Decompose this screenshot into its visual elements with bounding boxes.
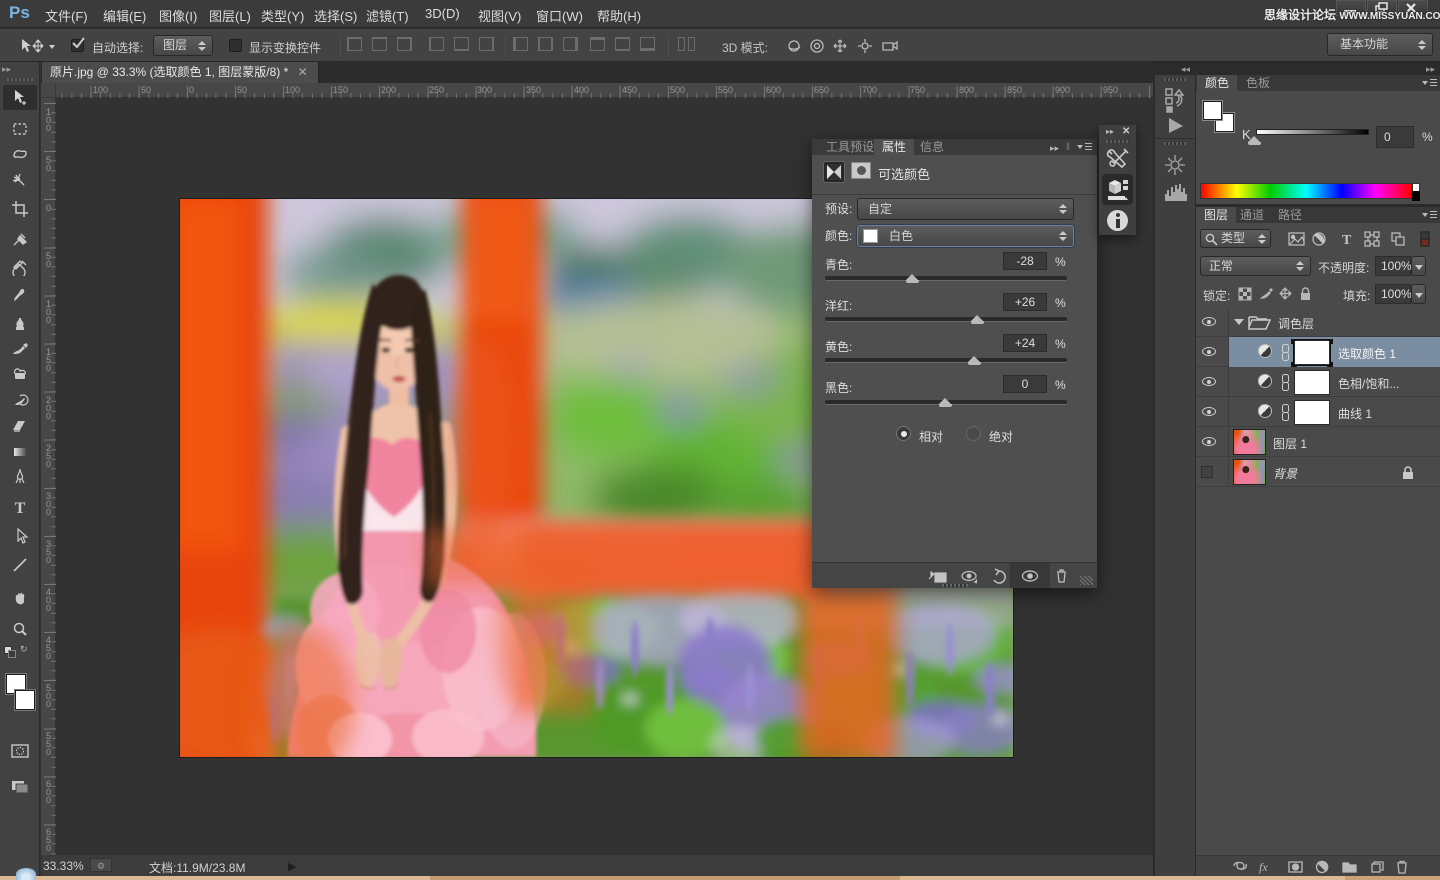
svg-text:fx: fx xyxy=(1259,860,1268,874)
svg-text:T: T xyxy=(1342,233,1352,247)
